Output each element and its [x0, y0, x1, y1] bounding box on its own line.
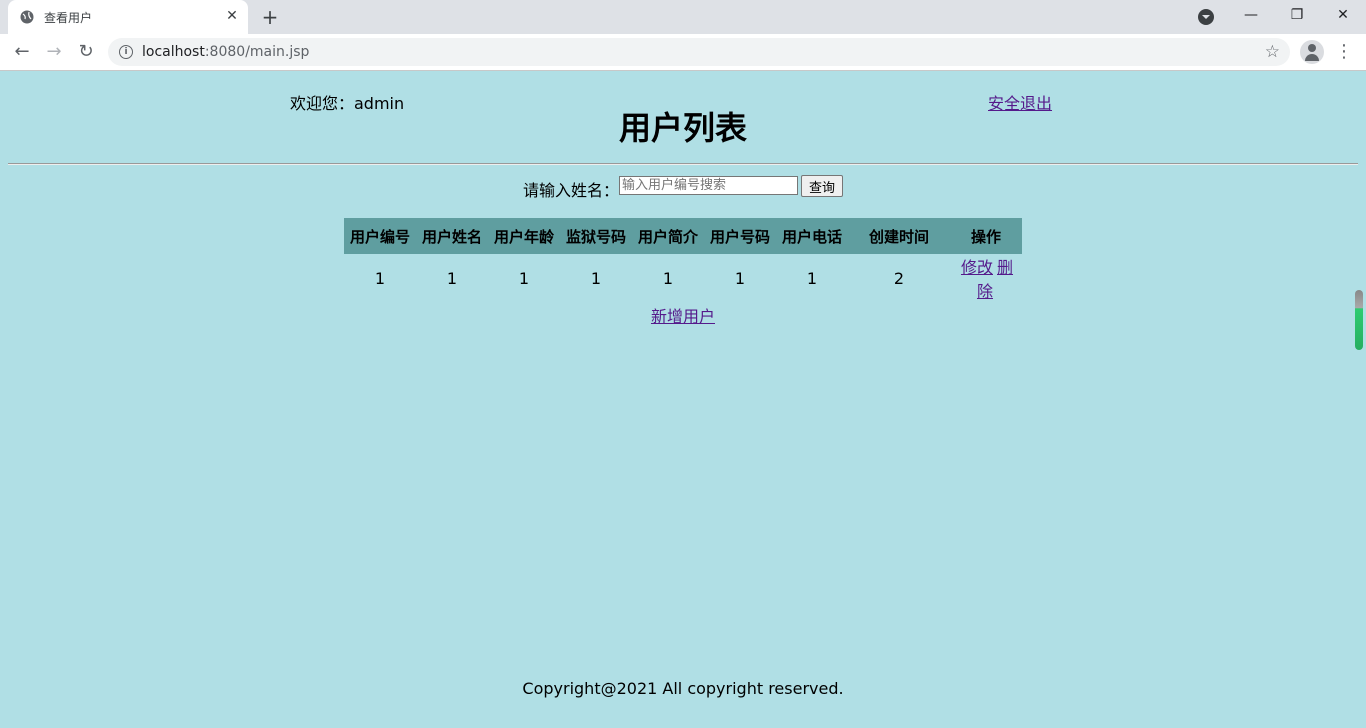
logout-link[interactable]: 安全退出 — [988, 90, 1052, 114]
divider — [8, 163, 1358, 165]
close-tab-icon[interactable]: ✕ — [224, 8, 240, 24]
browser-tab[interactable]: 查看用户 ✕ — [8, 0, 248, 34]
bookmark-star-icon[interactable]: ☆ — [1265, 42, 1280, 62]
search-button[interactable]: 查询 — [801, 175, 843, 197]
user-table: 用户编号 用户姓名 用户年龄 监狱号码 用户简介 用户号码 用户电话 创建时间 … — [344, 218, 1022, 302]
table-row: 1 1 1 1 1 1 1 2 修改 删除 — [344, 254, 1022, 302]
new-tab-button[interactable]: + — [258, 6, 282, 28]
cell-user-name: 1 — [446, 268, 458, 288]
col-header-actions: 操作 — [950, 218, 1022, 254]
back-icon[interactable]: ← — [10, 40, 34, 64]
tab-search-icon[interactable] — [1198, 9, 1214, 25]
table-header-row: 用户编号 用户姓名 用户年龄 监狱号码 用户简介 用户号码 用户电话 创建时间 … — [344, 218, 1022, 254]
site-info-icon[interactable]: i — [119, 45, 133, 59]
cell-created-time: 2 — [893, 268, 905, 288]
col-header-user-number: 用户号码 — [704, 218, 776, 254]
add-user-link[interactable]: 新增用户 — [651, 307, 715, 326]
browser-toolbar: ← → ↻ i localhost:8080/main.jsp ☆ ⋮ — [0, 34, 1366, 71]
col-header-prison-number: 监狱号码 — [560, 218, 632, 254]
browser-menu-icon[interactable]: ⋮ — [1334, 40, 1354, 64]
scroll-indicator[interactable] — [1355, 290, 1363, 350]
restore-button[interactable]: ❐ — [1274, 0, 1320, 34]
cell-actions: 修改 删除 — [950, 254, 1022, 302]
tab-title: 查看用户 — [44, 11, 93, 25]
minimize-button[interactable]: — — [1228, 0, 1274, 34]
close-window-button[interactable]: ✕ — [1320, 0, 1366, 34]
col-header-user-name: 用户姓名 — [416, 218, 488, 254]
cell-user-intro: 1 — [662, 268, 674, 288]
col-header-created-time: 创建时间 — [848, 218, 950, 254]
profile-avatar-icon[interactable] — [1300, 40, 1324, 64]
edit-link[interactable]: 修改 — [961, 258, 993, 277]
address-bar[interactable]: i localhost:8080/main.jsp ☆ — [108, 38, 1290, 66]
col-header-user-age: 用户年龄 — [488, 218, 560, 254]
col-header-user-id: 用户编号 — [344, 218, 416, 254]
tab-strip: 查看用户 ✕ + — ❐ ✕ — [0, 0, 1366, 34]
add-user-row: 新增用户 — [0, 303, 1366, 327]
search-input[interactable] — [619, 176, 798, 195]
url-text[interactable]: localhost:8080/main.jsp — [142, 44, 309, 60]
cell-user-phone: 1 — [806, 268, 818, 288]
cell-user-number: 1 — [734, 268, 746, 288]
forward-icon[interactable]: → — [42, 40, 66, 64]
reload-icon[interactable]: ↻ — [74, 40, 98, 64]
page-content: 欢迎您：admin 用户列表 安全退出 请输入姓名： 查询 用户编号 用户姓名 … — [0, 71, 1366, 728]
page-title: 用户列表 — [618, 109, 747, 147]
footer-copyright: Copyright@2021 All copyright reserved. — [522, 679, 844, 698]
cell-user-age: 1 — [518, 268, 530, 288]
col-header-user-intro: 用户简介 — [632, 218, 704, 254]
search-label: 请输入姓名： — [523, 181, 620, 200]
cell-prison-number: 1 — [590, 268, 602, 288]
globe-icon — [20, 10, 34, 24]
col-header-user-phone: 用户电话 — [776, 218, 848, 254]
cell-user-id: 1 — [374, 268, 386, 288]
